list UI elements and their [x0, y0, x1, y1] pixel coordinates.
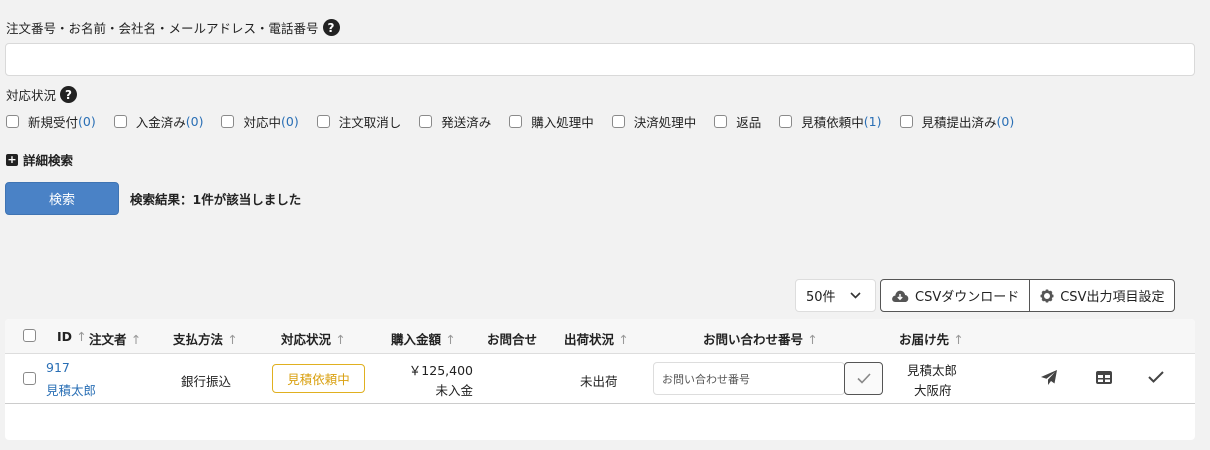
plus-square-icon: + — [6, 152, 18, 166]
col-id[interactable]: ID ↑ — [57, 329, 87, 344]
shipping-status: 未出荷 — [580, 374, 618, 389]
select-all-checkbox[interactable] — [23, 329, 36, 342]
customer-name-link[interactable]: 見積太郎 — [46, 380, 96, 399]
inquiry-number-input[interactable]: お問い合わせ番号 — [653, 362, 845, 395]
payment-status: 未入金 — [435, 383, 473, 398]
checkbox[interactable] — [113, 115, 127, 128]
status-filter-shipped[interactable]: 発送済み — [419, 112, 491, 131]
search-input[interactable] — [5, 43, 1195, 76]
checkbox[interactable] — [221, 115, 235, 128]
csv-button-group: CSVダウンロード CSV出力項目設定 — [880, 279, 1176, 312]
destination-prefecture: 大阪府 — [914, 383, 952, 398]
status-filter-payment-processing[interactable]: 決済処理中 — [611, 112, 696, 131]
col-payment[interactable]: 支払方法 ↑ — [173, 329, 238, 348]
cloud-download-icon — [892, 290, 909, 302]
row-checkbox[interactable] — [23, 372, 36, 385]
checkbox[interactable] — [316, 115, 330, 128]
status-filter-in-progress[interactable]: 対応中 (0) — [221, 112, 299, 131]
checkbox[interactable] — [419, 115, 433, 128]
help-icon[interactable]: ? — [60, 86, 78, 103]
col-inquiry: お問合せ — [487, 332, 538, 347]
destination-name: 見積太郎 — [907, 363, 958, 378]
table-header: ID ↑ 注文者 ↑ 支払方法 ↑ 対応状況 ↑ 購入金額 ↑ お問合せ 出荷状… — [5, 319, 1195, 354]
col-amount[interactable]: 購入金額 ↑ — [391, 329, 456, 348]
status-filter-paid[interactable]: 入金済み (0) — [113, 112, 203, 131]
col-inquiry-no[interactable]: お問い合わせ番号 ↑ — [703, 329, 818, 348]
payment-method: 銀行振込 — [181, 374, 232, 389]
col-customer[interactable]: 注文者 ↑ — [89, 329, 141, 348]
checkbox[interactable] — [779, 115, 793, 128]
status-filter-quote-submitted[interactable]: 見積提出済み (0) — [899, 112, 1014, 131]
status-badge: 見積依頼中 — [272, 364, 365, 393]
checkbox[interactable] — [509, 115, 523, 128]
order-id-link[interactable]: 917 — [46, 360, 70, 375]
amount: ￥125,400 — [408, 363, 473, 378]
checkbox[interactable] — [714, 115, 728, 128]
status-filter-list: 新規受付 (0) 入金済み (0) 対応中 (0) 注文取消し 発送済み 購入処理中 … — [6, 112, 1032, 131]
status-filter-quote-requested[interactable]: 見積依頼中 (1) — [779, 112, 882, 131]
col-shipping[interactable]: 出荷状況 ↑ — [564, 329, 629, 348]
inquiry-save-button[interactable] — [844, 362, 883, 395]
check-icon — [856, 373, 871, 384]
advanced-search-toggle[interactable]: + 詳細検索 — [6, 150, 73, 169]
checkbox[interactable] — [611, 115, 625, 128]
status-filter-cancelled[interactable]: 注文取消し — [316, 112, 401, 131]
help-icon[interactable]: ? — [322, 19, 340, 36]
col-status[interactable]: 対応状況 ↑ — [281, 329, 346, 348]
chevron-down-icon — [849, 292, 861, 299]
send-icon[interactable] — [1040, 369, 1058, 386]
status-label-text: 対応状況 — [6, 88, 57, 103]
gear-icon — [1040, 289, 1054, 302]
table-icon[interactable] — [1095, 370, 1113, 385]
checkbox[interactable] — [899, 115, 913, 128]
csv-settings-button[interactable]: CSV出力項目設定 — [1029, 280, 1174, 311]
status-filter-purchasing[interactable]: 購入処理中 — [509, 112, 594, 131]
csv-download-button[interactable]: CSVダウンロード — [881, 280, 1029, 311]
table-row: 917 見積太郎 銀行振込 見積依頼中 ￥125,400 未入金 未出荷 お問い… — [5, 354, 1195, 404]
checkbox[interactable] — [6, 115, 19, 128]
orders-table: ID ↑ 注文者 ↑ 支払方法 ↑ 対応状況 ↑ 購入金額 ↑ お問合せ 出荷状… — [5, 319, 1195, 440]
search-button[interactable]: 検索 — [5, 182, 119, 215]
status-filter-returned[interactable]: 返品 — [714, 112, 761, 131]
status-label: 対応状況 ? — [6, 85, 78, 104]
per-page-select[interactable]: 50件 — [795, 279, 876, 312]
search-label: 注文番号・お名前・会社名・メールアドレス・電話番号 ? — [6, 18, 340, 37]
result-count: 検索結果：1件が該当しました — [130, 192, 302, 207]
search-label-text: 注文番号・お名前・会社名・メールアドレス・電話番号 — [6, 21, 319, 36]
col-destination[interactable]: お届け先 ↑ — [899, 329, 964, 348]
check-icon[interactable] — [1148, 371, 1164, 383]
status-filter-new[interactable]: 新規受付 (0) — [6, 112, 96, 131]
